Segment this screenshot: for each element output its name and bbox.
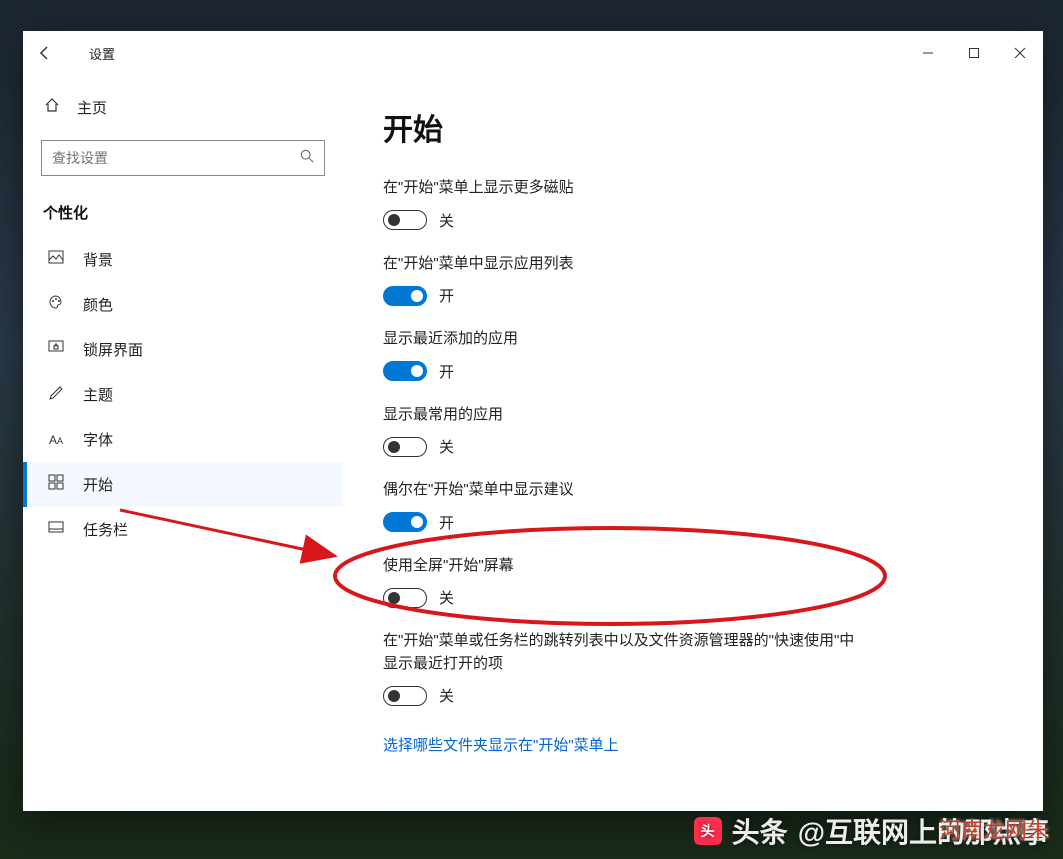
sidebar-item-label: 开始 <box>83 474 113 495</box>
sidebar-item-start[interactable]: 开始 <box>23 462 343 507</box>
setting-fullscreen: 使用全屏"开始"屏幕 关 <box>383 555 1003 609</box>
setting-recent-items: 在"开始"菜单或任务栏的跳转列表中以及文件资源管理器的"快速使用"中显示最近打开… <box>383 630 1003 706</box>
toggle-suggestions[interactable] <box>383 512 427 532</box>
setting-suggestions: 偶尔在"开始"菜单中显示建议 开 <box>383 479 1003 533</box>
sidebar-item-label: 颜色 <box>83 294 113 315</box>
home-icon <box>43 97 61 118</box>
toggle-recent-apps[interactable] <box>383 361 427 381</box>
watermark-logo-icon: 头 <box>694 817 722 845</box>
search-input[interactable] <box>52 150 300 166</box>
sidebar-item-label: 锁屏界面 <box>83 339 143 360</box>
sidebar-item-taskbar[interactable]: 任务栏 <box>23 507 343 552</box>
home-button[interactable]: 主页 <box>23 85 343 130</box>
settings-window: 设置 主页 <box>23 31 1043 811</box>
main-content: 开始 在"开始"菜单上显示更多磁贴 关 在"开始"菜单中显示应用列表 开 显示最… <box>343 75 1043 811</box>
page-title: 开始 <box>383 105 1003 149</box>
setting-label: 在"开始"菜单或任务栏的跳转列表中以及文件资源管理器的"快速使用"中显示最近打开… <box>383 630 863 675</box>
maximize-button[interactable] <box>951 31 997 75</box>
toggle-state: 关 <box>439 685 454 706</box>
toggle-more-tiles[interactable] <box>383 210 427 230</box>
font-icon: AA <box>47 433 65 447</box>
toggle-app-list[interactable] <box>383 286 427 306</box>
start-icon <box>47 474 65 495</box>
minimize-button[interactable] <box>905 31 951 75</box>
watermark-prefix: 头条 <box>732 811 788 851</box>
back-button[interactable] <box>23 31 67 75</box>
sidebar-item-lockscreen[interactable]: 锁屏界面 <box>23 327 343 372</box>
toggle-state: 开 <box>439 285 454 306</box>
window-controls <box>905 31 1043 75</box>
setting-most-used: 显示最常用的应用 关 <box>383 404 1003 458</box>
setting-app-list: 在"开始"菜单中显示应用列表 开 <box>383 253 1003 307</box>
nav-section-title: 个性化 <box>23 192 343 237</box>
sidebar-item-colors[interactable]: 颜色 <box>23 282 343 327</box>
toggle-state: 开 <box>439 361 454 382</box>
sidebar: 主页 个性化 背景 颜色 <box>23 75 343 811</box>
toggle-state: 关 <box>439 587 454 608</box>
close-button[interactable] <box>997 31 1043 75</box>
search-icon <box>300 149 314 168</box>
theme-icon <box>47 384 65 405</box>
picture-icon <box>47 249 65 270</box>
setting-recent-apps: 显示最近添加的应用 开 <box>383 328 1003 382</box>
toggle-state: 开 <box>439 512 454 533</box>
setting-label: 偶尔在"开始"菜单中显示建议 <box>383 479 863 502</box>
toggle-recent-items[interactable] <box>383 686 427 706</box>
content-area: 主页 个性化 背景 颜色 <box>23 75 1043 811</box>
home-label: 主页 <box>77 97 107 118</box>
sidebar-item-label: 主题 <box>83 384 113 405</box>
sidebar-item-label: 任务栏 <box>83 519 128 540</box>
setting-label: 使用全屏"开始"屏幕 <box>383 555 863 578</box>
watermark-overlay-text: 河南龙网朱 <box>939 813 1049 845</box>
lock-screen-icon <box>47 339 65 360</box>
setting-label: 显示最近添加的应用 <box>383 328 863 351</box>
taskbar-icon <box>47 519 65 540</box>
choose-folders-link[interactable]: 选择哪些文件夹显示在"开始"菜单上 <box>383 734 619 755</box>
search-box[interactable] <box>41 140 325 176</box>
titlebar: 设置 <box>23 31 1043 75</box>
sidebar-item-fonts[interactable]: AA 字体 <box>23 417 343 462</box>
palette-icon <box>47 294 65 315</box>
setting-more-tiles: 在"开始"菜单上显示更多磁贴 关 <box>383 177 1003 231</box>
toggle-state: 关 <box>439 210 454 231</box>
sidebar-item-label: 字体 <box>83 429 113 450</box>
sidebar-item-label: 背景 <box>83 249 113 270</box>
sidebar-item-themes[interactable]: 主题 <box>23 372 343 417</box>
setting-label: 显示最常用的应用 <box>383 404 863 427</box>
app-title: 设置 <box>89 44 115 63</box>
toggle-fullscreen[interactable] <box>383 588 427 608</box>
sidebar-item-background[interactable]: 背景 <box>23 237 343 282</box>
toggle-state: 关 <box>439 436 454 457</box>
setting-label: 在"开始"菜单中显示应用列表 <box>383 253 863 276</box>
toggle-most-used[interactable] <box>383 437 427 457</box>
setting-label: 在"开始"菜单上显示更多磁贴 <box>383 177 863 200</box>
